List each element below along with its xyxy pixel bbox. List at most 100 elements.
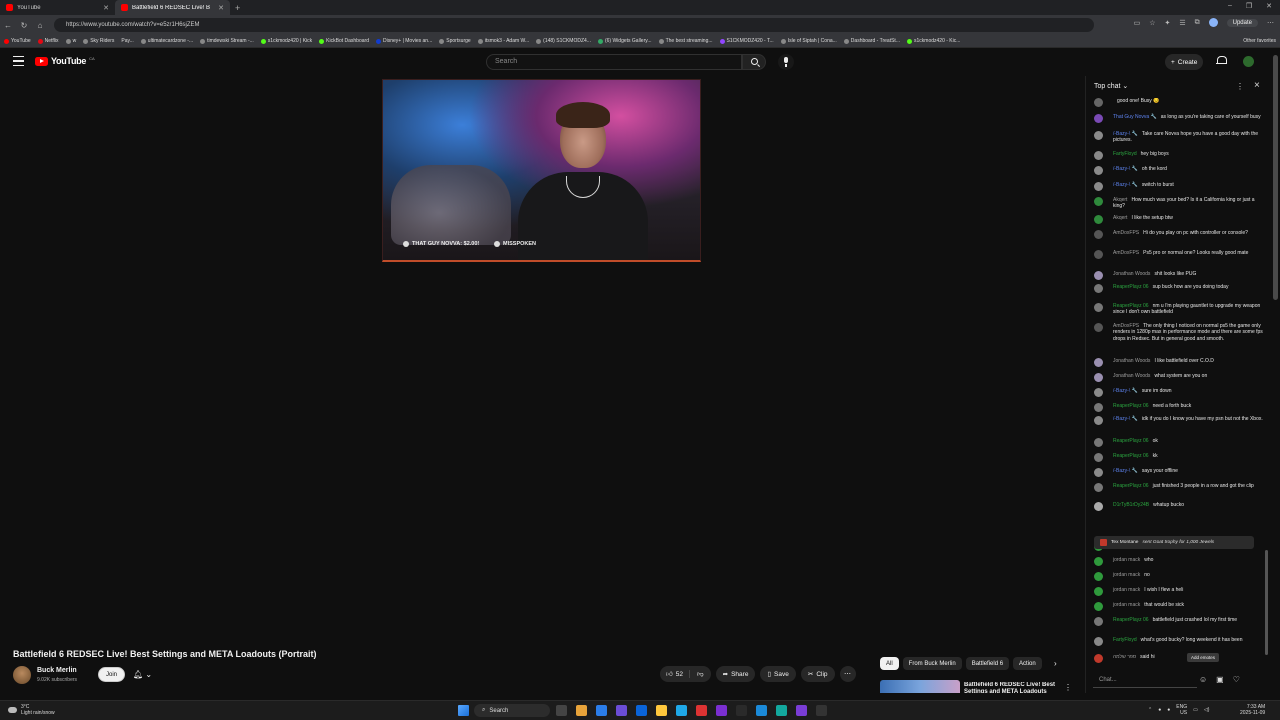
bookmark-item[interactable]: s1ckmodz420 - Kic... bbox=[907, 38, 960, 44]
chat-author[interactable]: ReaperPlayz 06 bbox=[1113, 303, 1149, 309]
task-view-icon[interactable] bbox=[556, 705, 567, 716]
chat-avatar[interactable] bbox=[1094, 230, 1103, 239]
chat-author[interactable]: /-Bazy-\ 🔧 bbox=[1113, 416, 1138, 422]
chat-avatar[interactable] bbox=[1094, 468, 1103, 477]
chat-avatar[interactable] bbox=[1094, 483, 1103, 492]
tab-battlefield-stream[interactable]: Battlefield 6 REDSEC Live! B ✕ bbox=[115, 0, 230, 15]
chat-avatar[interactable] bbox=[1094, 166, 1103, 175]
chat-author[interactable]: jordan mack bbox=[1113, 587, 1140, 593]
weather-widget[interactable]: 3°C Light rain/snow bbox=[8, 704, 55, 716]
more-menu-icon[interactable]: ⋯ bbox=[1267, 19, 1274, 27]
tray-app-icon[interactable]: ● bbox=[1158, 707, 1161, 713]
clip-button[interactable]: ✂ Clip bbox=[800, 666, 835, 682]
superchat-gift-message[interactable]: Tex Montane sent Goat trophy for 1,000 Je… bbox=[1094, 536, 1254, 549]
chevron-up-icon[interactable]: ⌃ bbox=[1148, 707, 1152, 713]
save-button[interactable]: ▯ Save bbox=[760, 666, 796, 682]
tab-youtube[interactable]: YouTube ✕ bbox=[0, 0, 115, 15]
chat-avatar[interactable] bbox=[1094, 151, 1103, 160]
chip-action[interactable]: Action bbox=[1013, 657, 1042, 670]
chat-more-icon[interactable]: ⋮ bbox=[1236, 82, 1244, 91]
chat-avatar[interactable] bbox=[1094, 502, 1103, 511]
chat-avatar[interactable] bbox=[1094, 654, 1103, 663]
chip-all[interactable]: All bbox=[880, 657, 899, 670]
more-actions-icon[interactable]: ⋯ bbox=[839, 666, 856, 682]
bookmark-item[interactable]: S1CKMODZ420 - T... bbox=[719, 38, 774, 44]
address-bar[interactable]: https://www.youtube.com/watch?v=e5zr1H6s… bbox=[54, 18, 1094, 32]
chat-author[interactable]: jordan mack bbox=[1113, 557, 1140, 563]
chat-input[interactable]: Chat... bbox=[1093, 674, 1197, 688]
profile-avatar[interactable] bbox=[1208, 18, 1218, 27]
chat-avatar[interactable] bbox=[1094, 271, 1103, 280]
chat-message[interactable]: ReaperPlayz 06 nm u I'm playing gauntlet … bbox=[1094, 303, 1264, 316]
chat-author[interactable]: /-Bazy-\ 🔧 bbox=[1113, 468, 1138, 474]
chat-avatar[interactable] bbox=[1094, 284, 1103, 293]
other-favorites-folder[interactable]: Other favorites bbox=[1237, 38, 1276, 44]
chat-author[interactable]: Jonathan Woods bbox=[1113, 373, 1150, 379]
chat-message[interactable]: jordan mack I wish I flew a heli bbox=[1094, 587, 1264, 596]
chat-message[interactable]: Jonathan Woods I like battlefield over C.… bbox=[1094, 358, 1264, 367]
bookmark-item[interactable]: (148) S1CKMODZ4... bbox=[536, 38, 591, 44]
user-avatar[interactable] bbox=[1243, 56, 1254, 67]
related-more-icon[interactable]: ⋮ bbox=[1064, 683, 1072, 692]
search-button[interactable] bbox=[742, 54, 766, 70]
bookmark-item[interactable]: KickBot Dashboard bbox=[319, 38, 369, 44]
bookmark-item[interactable]: ultimatecardzone -... bbox=[140, 38, 193, 44]
chat-author[interactable]: jordan mack bbox=[1113, 572, 1140, 578]
tray-app-icon[interactable]: ● bbox=[1167, 707, 1170, 713]
subscription-bell-icon[interactable]: 🔔︎ ⌄ bbox=[133, 670, 152, 679]
chat-avatar[interactable] bbox=[1094, 250, 1103, 259]
chat-author[interactable]: Jonathan Woods bbox=[1113, 358, 1150, 364]
chat-avatar[interactable] bbox=[1094, 131, 1103, 140]
chat-avatar[interactable] bbox=[1094, 388, 1103, 397]
chat-message[interactable]: jordan mack that would be sick bbox=[1094, 602, 1264, 611]
bookmark-item[interactable]: w bbox=[65, 38, 76, 44]
bookmark-item[interactable]: The best streaming... bbox=[658, 38, 713, 44]
chat-author[interactable]: Akqert bbox=[1113, 215, 1127, 221]
channel-avatar[interactable] bbox=[13, 666, 31, 684]
chat-message[interactable]: ReaperPlayz 06 kk bbox=[1094, 453, 1264, 462]
minimize-icon[interactable]: – bbox=[1228, 2, 1232, 10]
chat-message[interactable]: /-Bazy-\ 🔧 sure im down bbox=[1094, 388, 1264, 397]
chat-message[interactable]: FartyFloyd hey big boys bbox=[1094, 151, 1264, 160]
chat-message[interactable]: ספר שלמה said hi bbox=[1094, 654, 1264, 663]
bookmark-item[interactable]: Netflix bbox=[37, 38, 59, 44]
video-player[interactable]: THAT GUY NOVVA: $2.00! MISSPOKEN bbox=[382, 79, 701, 262]
favorites-icon[interactable]: ☰ bbox=[1179, 19, 1185, 27]
chat-avatar[interactable] bbox=[1094, 323, 1103, 332]
app-icon[interactable] bbox=[696, 705, 707, 716]
chat-message[interactable]: /-Bazy-\ 🔧 Take care Novva hope you have … bbox=[1094, 131, 1264, 144]
clock[interactable]: 7:33 AM 2025-11-09 bbox=[1240, 704, 1265, 716]
chat-author[interactable]: ReaperPlayz 06 bbox=[1113, 453, 1149, 459]
network-icon[interactable]: ▭ bbox=[1193, 707, 1198, 713]
chat-author[interactable]: AmDoxFPS bbox=[1113, 250, 1139, 256]
close-tab-icon[interactable]: ✕ bbox=[218, 4, 224, 12]
chat-author[interactable]: ReaperPlayz 06 bbox=[1113, 403, 1149, 409]
chat-message[interactable]: /-Bazy-\ 🔧 oh the kord bbox=[1094, 166, 1264, 175]
read-aloud-icon[interactable]: ▭ bbox=[1134, 19, 1141, 27]
chat-author[interactable]: ReaperPlayz 06 bbox=[1113, 483, 1149, 489]
chat-author[interactable]: ReaperPlayz 06 bbox=[1113, 284, 1149, 290]
bookmark-item[interactable]: Sportsurge bbox=[439, 38, 471, 44]
chat-message[interactable]: jordan mack who bbox=[1094, 557, 1264, 566]
chat-author[interactable]: jordan mack bbox=[1113, 602, 1140, 608]
page-scrollbar[interactable] bbox=[1273, 55, 1278, 300]
taskbar-search[interactable]: ⌕ Search bbox=[474, 704, 550, 717]
chat-avatar[interactable] bbox=[1094, 438, 1103, 447]
edge-icon[interactable] bbox=[676, 705, 687, 716]
close-chat-icon[interactable]: × bbox=[1254, 80, 1260, 91]
share-button[interactable]: ➦ Share bbox=[715, 666, 756, 682]
chip-battlefield[interactable]: Battlefield 6 bbox=[965, 657, 1010, 670]
chat-author[interactable]: That Guy Novva 🔧 bbox=[1113, 114, 1157, 120]
start-icon[interactable] bbox=[458, 705, 469, 716]
chat-avatar[interactable] bbox=[1094, 373, 1103, 382]
jewels-icon[interactable]: ▣ bbox=[1216, 675, 1224, 684]
chat-avatar[interactable] bbox=[1094, 617, 1103, 626]
app-icon[interactable] bbox=[736, 705, 747, 716]
chat-message[interactable]: Jonathan Woods what system are you on bbox=[1094, 373, 1264, 382]
chat-author[interactable]: FartyFloyd bbox=[1113, 637, 1137, 643]
chat-message[interactable]: /-Bazy-\ 🔧 switch to burst bbox=[1094, 182, 1264, 191]
favorite-star-icon[interactable]: ☆ bbox=[1149, 19, 1155, 27]
chat-avatar[interactable] bbox=[1094, 215, 1103, 224]
chat-message[interactable]: jordan mack no bbox=[1094, 572, 1264, 581]
chat-author[interactable]: /-Bazy-\ 🔧 bbox=[1113, 131, 1138, 137]
